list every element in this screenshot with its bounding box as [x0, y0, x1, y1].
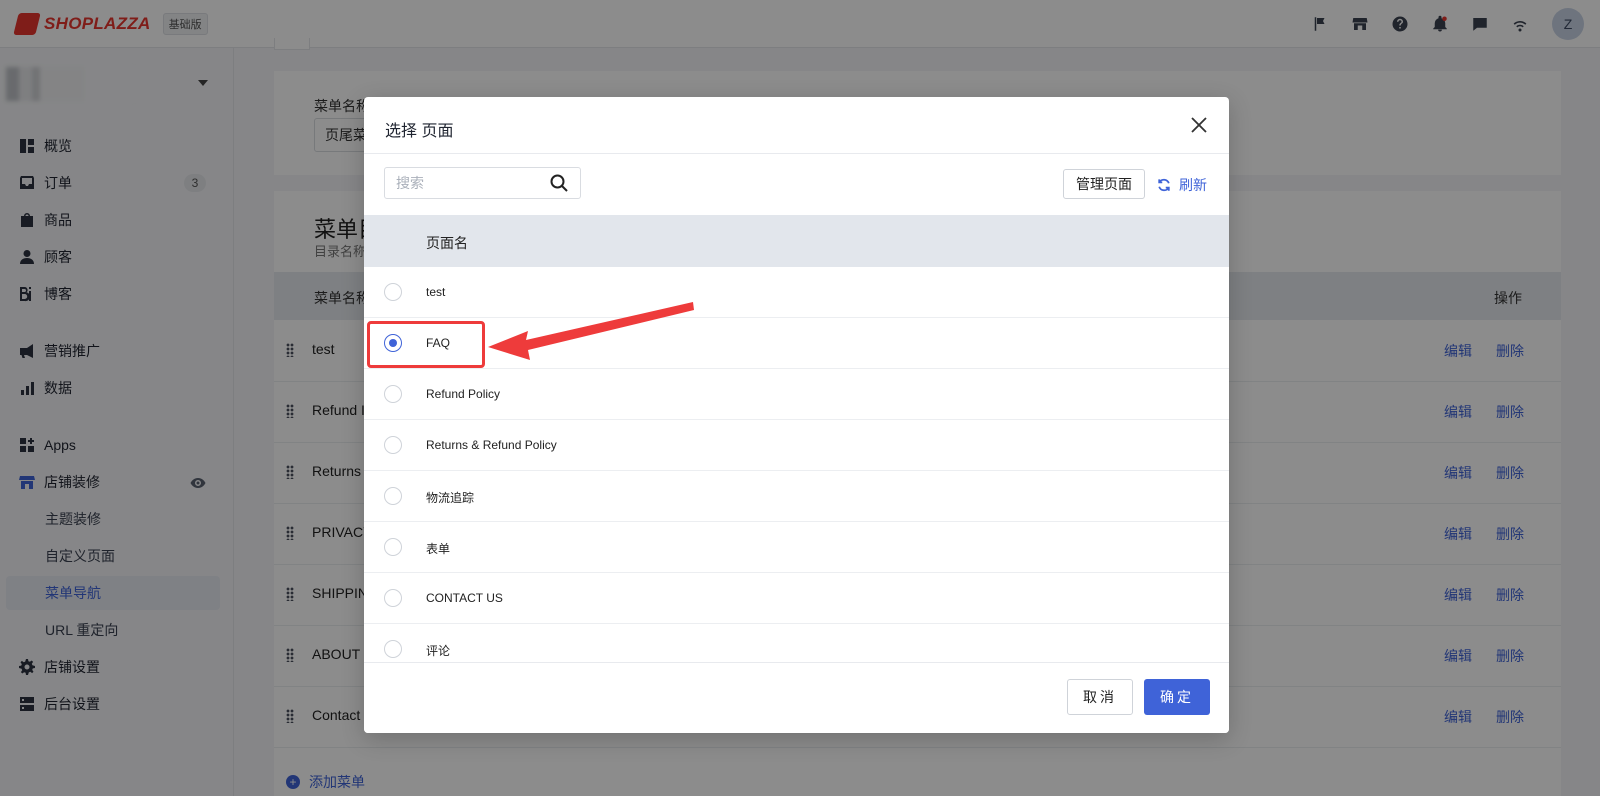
- search-input[interactable]: [385, 168, 535, 198]
- page-name: test: [426, 285, 446, 299]
- list-item[interactable]: test: [364, 267, 1229, 318]
- page-list[interactable]: test FAQ Refund Policy Returns & Refund …: [364, 267, 1229, 662]
- list-item[interactable]: 评论: [364, 624, 1229, 662]
- cancel-button[interactable]: 取消: [1067, 679, 1133, 715]
- page-name: Refund Policy: [426, 387, 501, 401]
- select-page-dialog: 选择 页面 管理页面 刷新 页面名 test FAQ Refund Policy…: [364, 97, 1229, 733]
- list-item[interactable]: Returns & Refund Policy: [364, 420, 1229, 471]
- radio-button[interactable]: [384, 385, 402, 403]
- list-item[interactable]: CONTACT US: [364, 573, 1229, 624]
- annotation-highlight-box: [367, 321, 485, 368]
- list-item[interactable]: Refund Policy: [364, 369, 1229, 420]
- page-name: CONTACT US: [426, 591, 503, 605]
- col-page-name: 页面名: [426, 235, 468, 251]
- radio-button[interactable]: [384, 538, 402, 556]
- dialog-title: 选择 页面: [385, 123, 454, 140]
- refresh-icon: [1158, 178, 1170, 192]
- search-field: [384, 167, 581, 199]
- list-item[interactable]: 物流追踪: [364, 471, 1229, 522]
- radio-button[interactable]: [384, 487, 402, 505]
- refresh-button[interactable]: 刷新: [1157, 175, 1207, 195]
- radio-button[interactable]: [384, 283, 402, 301]
- dialog-footer: 取消 确定: [364, 662, 1229, 733]
- page-name: 表单: [426, 542, 451, 556]
- confirm-button[interactable]: 确定: [1144, 679, 1210, 715]
- page-name: 物流追踪: [426, 491, 475, 505]
- page-name: 评论: [426, 644, 451, 658]
- list-item[interactable]: 表单: [364, 522, 1229, 573]
- manage-pages-button[interactable]: 管理页面: [1063, 169, 1145, 199]
- refresh-label: 刷新: [1179, 177, 1207, 193]
- close-icon[interactable]: [1187, 113, 1211, 137]
- search-icon[interactable]: [550, 174, 568, 192]
- page-list-header: 页面名: [364, 215, 1229, 267]
- dialog-header: 选择 页面: [364, 97, 1229, 154]
- radio-button[interactable]: [384, 640, 402, 658]
- radio-button[interactable]: [384, 589, 402, 607]
- list-item[interactable]: FAQ: [364, 318, 1229, 369]
- radio-button[interactable]: [384, 436, 402, 454]
- page-name: Returns & Refund Policy: [426, 438, 557, 452]
